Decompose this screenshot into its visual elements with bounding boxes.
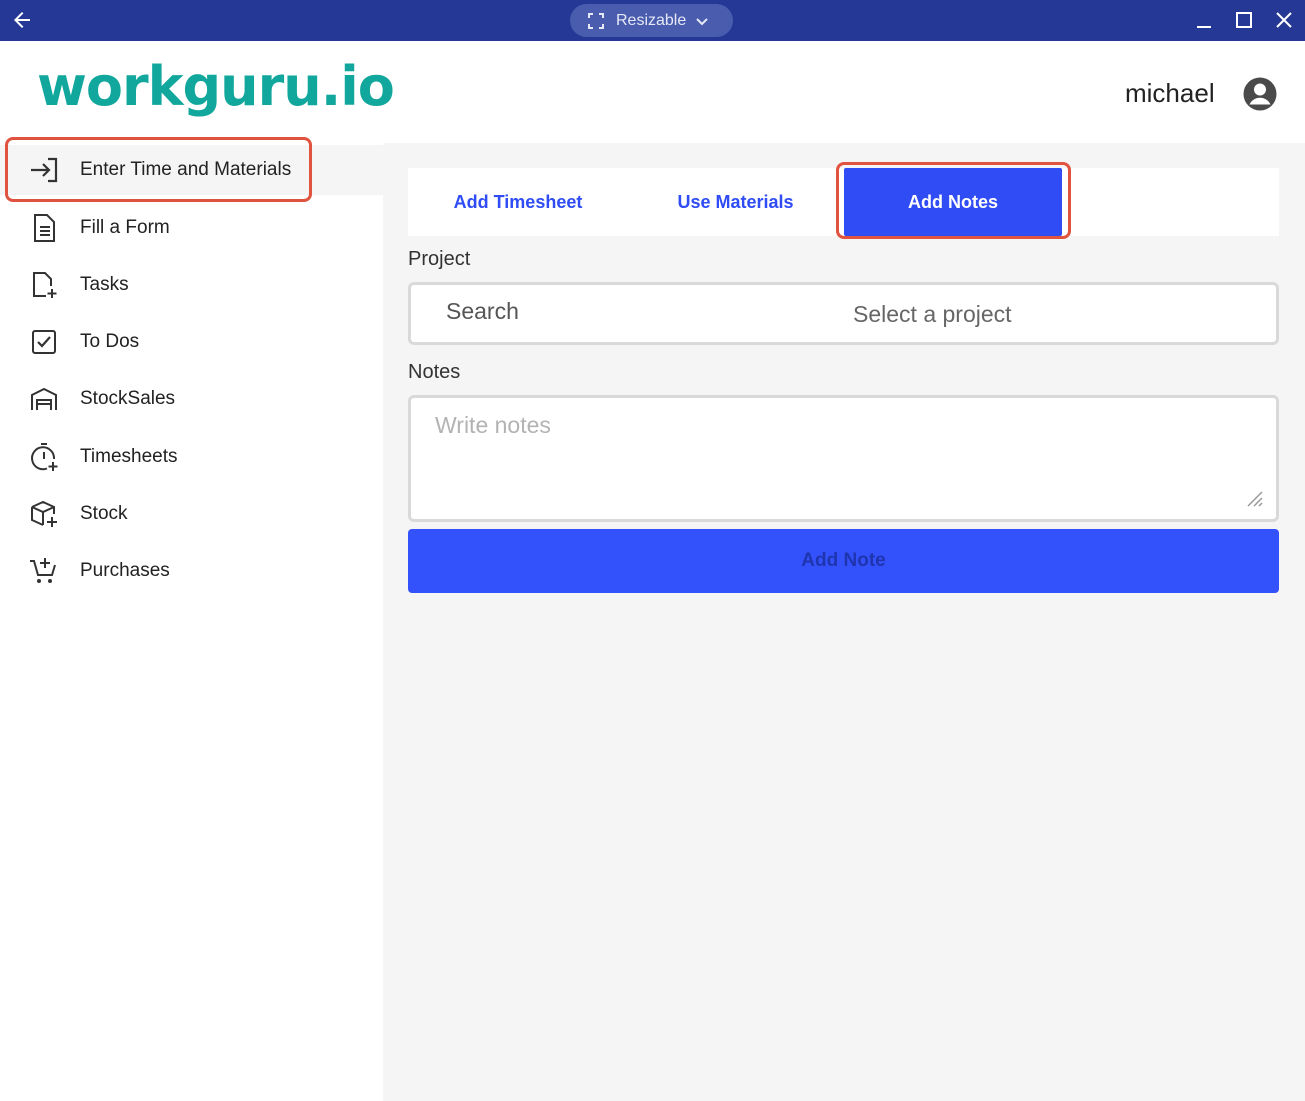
warehouse-icon bbox=[31, 387, 57, 410]
workguru-logo: workguru.io bbox=[37, 55, 395, 118]
timer-add-icon bbox=[31, 443, 58, 471]
cart-add-icon bbox=[30, 558, 56, 583]
project-select-placeholder: Select a project bbox=[853, 301, 1012, 327]
sidebar-item-timesheets[interactable]: Timesheets bbox=[0, 432, 383, 482]
project-label: Project bbox=[408, 248, 471, 270]
tab-bar: Add Timesheet Use Materials Add Notes bbox=[408, 168, 1279, 236]
sidebar-item-label: Fill a Form bbox=[80, 217, 170, 238]
minimize-icon[interactable] bbox=[1192, 8, 1216, 32]
sidebar-item-enter-time-and-materials[interactable]: Enter Time and Materials bbox=[0, 145, 383, 195]
notes-textarea[interactable] bbox=[408, 395, 1279, 522]
notes-label: Notes bbox=[408, 361, 461, 383]
maximize-icon[interactable] bbox=[1232, 8, 1256, 32]
window-titlebar: Resizable bbox=[0, 0, 1305, 41]
resize-mode-label: Resizable bbox=[616, 11, 687, 29]
tab-use-materials[interactable]: Use Materials bbox=[628, 168, 843, 236]
sidebar-item-stock[interactable]: Stock bbox=[0, 489, 383, 539]
checkbox-icon bbox=[32, 330, 56, 354]
account-circle-icon[interactable] bbox=[1242, 76, 1278, 112]
add-note-button[interactable]: Add Note bbox=[408, 529, 1279, 593]
resize-handle-icon[interactable] bbox=[1244, 488, 1264, 508]
sidebar: Enter Time and Materials Fill a Form Tas… bbox=[0, 143, 383, 1101]
sidebar-item-label: Tasks bbox=[80, 274, 129, 295]
resize-mode-button[interactable]: Resizable bbox=[570, 4, 733, 37]
document-icon bbox=[34, 214, 55, 242]
sidebar-item-label: Enter Time and Materials bbox=[80, 159, 292, 180]
app-header: workguru.io michael bbox=[0, 41, 1305, 143]
package-add-icon bbox=[31, 500, 57, 527]
sidebar-item-label: Stock bbox=[80, 503, 128, 524]
sidebar-item-label: Purchases bbox=[80, 560, 170, 581]
sidebar-item-label: StockSales bbox=[80, 388, 176, 409]
resize-icon bbox=[588, 12, 604, 29]
sidebar-item-fill-a-form[interactable]: Fill a Form bbox=[0, 203, 383, 253]
sidebar-item-to-dos[interactable]: To Dos bbox=[0, 317, 383, 367]
arrow-left-icon[interactable] bbox=[10, 8, 34, 32]
tab-add-notes[interactable]: Add Notes bbox=[844, 168, 1062, 236]
project-selector[interactable]: Select a project bbox=[408, 282, 1279, 345]
chevron-down-icon bbox=[696, 17, 708, 25]
project-search-input[interactable] bbox=[446, 298, 726, 325]
sidebar-item-label: To Dos bbox=[80, 331, 140, 352]
sidebar-item-purchases[interactable]: Purchases bbox=[0, 546, 383, 596]
tab-add-timesheet[interactable]: Add Timesheet bbox=[408, 168, 628, 236]
file-add-icon bbox=[33, 272, 57, 298]
user-name[interactable]: michael bbox=[1125, 78, 1215, 109]
main-content: Add Timesheet Use Materials Add Notes Pr… bbox=[383, 143, 1305, 1101]
sidebar-item-stocksales[interactable]: StockSales bbox=[0, 374, 383, 424]
sidebar-item-label: Timesheets bbox=[80, 446, 178, 467]
login-arrow-icon bbox=[31, 157, 58, 183]
sidebar-item-tasks[interactable]: Tasks bbox=[0, 260, 383, 310]
close-icon[interactable] bbox=[1272, 8, 1296, 32]
